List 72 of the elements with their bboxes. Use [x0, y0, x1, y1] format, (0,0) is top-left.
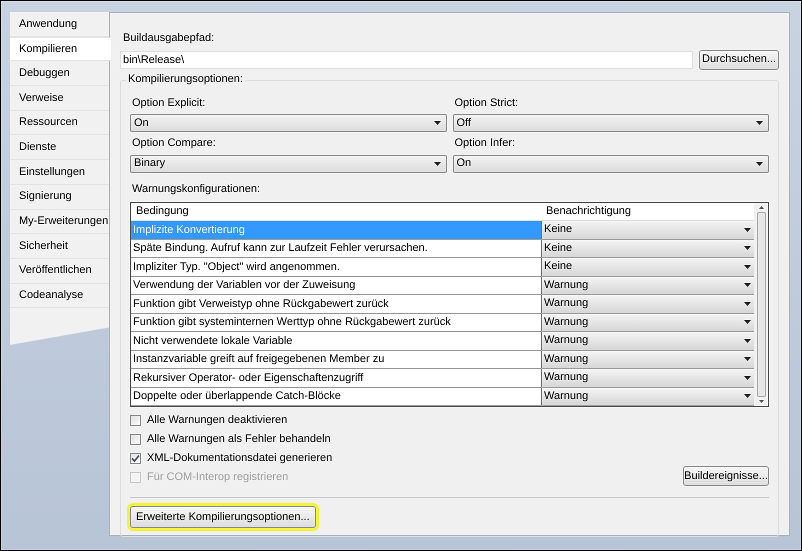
notification-dropdown[interactable]: Warnung	[541, 369, 754, 386]
table-cell-text: Rekursiver Operator- oder Eigenschaftenzugriff	[132, 370, 364, 386]
caret-icon	[744, 320, 751, 324]
checkbox-label: Alle Warnungen deaktivieren	[147, 413, 288, 428]
dropdown[interactable]: On	[452, 154, 769, 172]
checkbox[interactable]	[130, 415, 141, 426]
caret-icon	[744, 357, 751, 362]
option-label: Option Explicit:	[132, 96, 206, 110]
caret-icon	[744, 246, 751, 250]
checkbox-label: Für COM-Interop registrieren	[147, 470, 288, 486]
notification-dropdown[interactable]: Warnung	[541, 295, 754, 312]
table-row[interactable]: Impliziter Typ. "Object" wird angenommen. Keine	[131, 258, 754, 276]
table-cell-text: Funktion gibt systeminternen Werttyp ohne Rückgabewert zurück	[132, 315, 452, 330]
dropdown[interactable]: Binary	[130, 154, 446, 172]
table-cell: Implizite Konvertierung	[131, 221, 541, 238]
scroll-up-icon[interactable]	[758, 206, 764, 209]
option-label: Option Strict:	[454, 96, 520, 110]
caret-icon	[744, 228, 751, 232]
table-row[interactable]: Implizite Konvertierung Keine	[131, 221, 754, 240]
caret-icon	[744, 338, 751, 343]
table-cell-text: Doppelte oder überlappende Catch-Blöcke	[132, 389, 342, 404]
table-label: Warnungskonfigurationen:	[132, 182, 262, 196]
caret-icon	[756, 121, 763, 125]
table-cell-text: Verwendung der Variablen vor der Zuweisung	[132, 278, 356, 293]
group-title: Kompilierungsoptionen:	[126, 74, 245, 84]
caret-icon	[744, 302, 751, 306]
table-row[interactable]: Instanzvariable greift auf freigegebenen Member zu Warnung	[131, 350, 754, 369]
dropdown[interactable]: On	[130, 114, 446, 132]
field-label: Buildausgabepfad:	[123, 31, 216, 46]
caret-icon	[744, 376, 751, 380]
dropdown[interactable]: Off	[452, 114, 769, 132]
table-cell-text: Funktion gibt Verweistyp ohne Rückgabewert zurück	[132, 296, 390, 312]
notification-dropdown[interactable]: Warnung	[541, 332, 754, 350]
caret-icon	[434, 162, 440, 166]
table-row[interactable]: Doppelte oder überlappende Catch-Blöcke Warnung	[131, 388, 754, 406]
checkbox[interactable]	[130, 453, 141, 464]
caret-icon	[756, 162, 763, 166]
table-cell-text: Späte Bindung. Aufruf kann zur Laufzeit Fehler verursachen.	[132, 241, 429, 256]
table-row[interactable]: Verwendung der Variablen vor der Zuweisung Warnung	[131, 276, 754, 295]
checkbox-label: XML-Dokumentationsdatei generieren	[147, 451, 332, 466]
caret-icon	[744, 394, 751, 398]
advanced-options-button[interactable]: Erweiterte Kompilierungsoptionen...	[130, 506, 316, 528]
table-cell-text: Impliziter Typ. "Object" wird angenommen.	[132, 260, 341, 274]
notification-dropdown[interactable]: Warnung	[541, 388, 754, 405]
caret-icon	[744, 264, 751, 269]
notification-dropdown[interactable]: Warnung	[541, 276, 754, 294]
checkbox-label: Alle Warnungen als Fehler behandeln	[147, 432, 331, 448]
table-row[interactable]: Funktion gibt Verweistyp ohne Rückgabewert zurück Warnung	[131, 295, 754, 314]
notification-dropdown[interactable]: Warnung	[541, 314, 754, 331]
build-events-button[interactable]: Buildereignisse...	[683, 466, 769, 486]
sidebar-tab[interactable]: Kompilieren	[10, 36, 111, 62]
table-row[interactable]: Späte Bindung. Aufruf kann zur Laufzeit Fehler verursachen. Keine	[131, 240, 754, 258]
column-header[interactable]: Benachrichtigung	[541, 203, 754, 220]
table-row[interactable]: Rekursiver Operator- oder Eigenschaftenzugriff Warnung	[131, 369, 754, 388]
scroll-down-icon[interactable]	[758, 400, 764, 403]
column-header[interactable]: Bedingung	[131, 203, 541, 220]
table-row[interactable]: Funktion gibt systeminternen Werttyp ohne Rückgabewert zurück Warnung	[131, 314, 754, 332]
table-cell-text: Instanzvariable greift auf freigegebenen Member zu	[132, 352, 386, 367]
table-row[interactable]: Nicht verwendete lokale Variable Warnung	[131, 332, 754, 350]
notification-dropdown[interactable]: Warnung	[541, 350, 754, 368]
caret-icon	[744, 283, 751, 288]
table-cell-text: Nicht verwendete lokale Variable	[132, 334, 294, 348]
caret-icon	[434, 121, 440, 125]
scrollbar[interactable]	[754, 203, 768, 406]
option-label: Option Compare:	[132, 136, 217, 151]
checkbox[interactable]	[130, 434, 141, 445]
notification-dropdown[interactable]: Keine	[541, 240, 754, 257]
browse-button[interactable]: Durchsuchen...	[699, 50, 779, 70]
option-label: Option Infer:	[454, 136, 516, 151]
notification-dropdown[interactable]: Keine	[541, 258, 754, 276]
notification-dropdown[interactable]: Keine	[541, 221, 754, 238]
output-path-field[interactable]: bin\Release\	[120, 50, 693, 68]
